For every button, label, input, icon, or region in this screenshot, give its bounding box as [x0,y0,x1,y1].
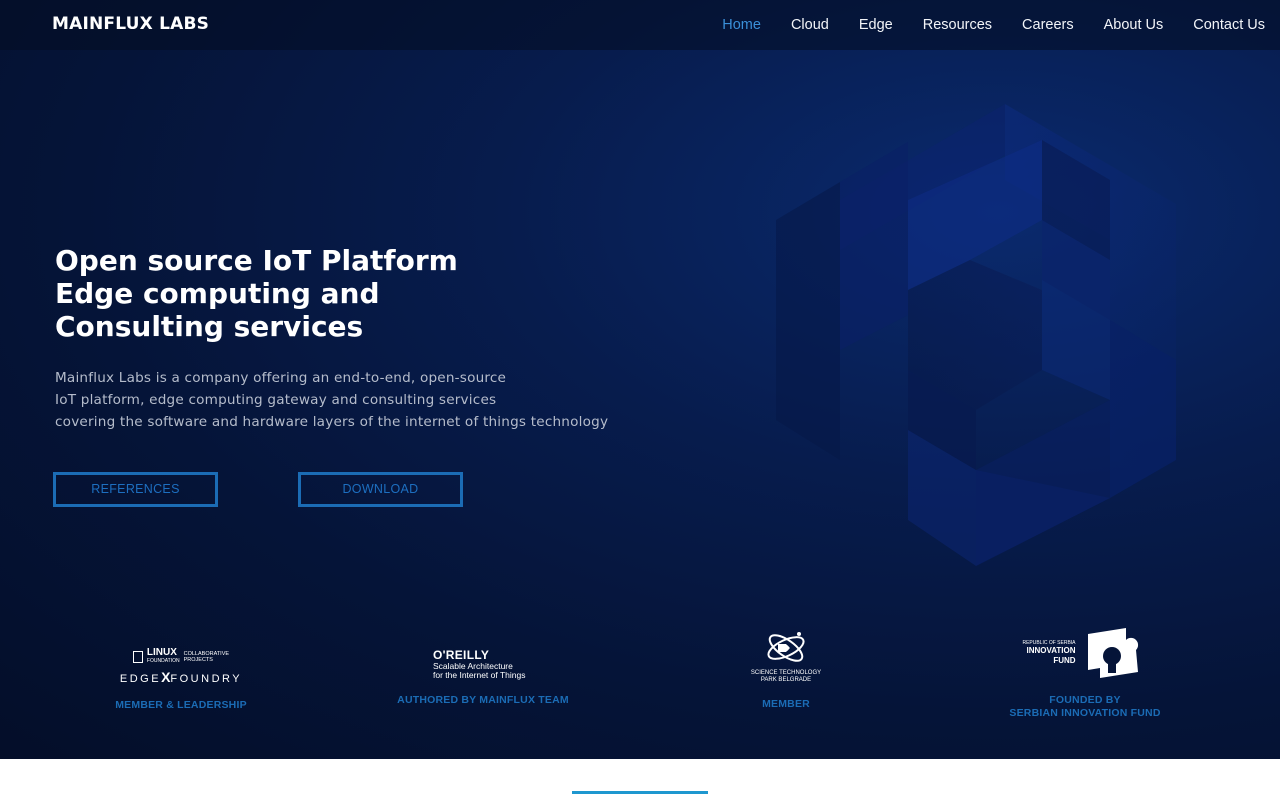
linux-foundation-logo: LINUX FOUNDATION COLLABORATIVE PROJECTS [100,648,262,666]
download-button[interactable]: DOWNLOAD [298,472,463,507]
description-line: covering the software and hardware layer… [55,414,609,430]
mainflux-logo-graphic [776,104,1176,566]
oreilly-sub2: for the Internet of Things [433,670,526,680]
nav-resources[interactable]: Resources [923,17,992,33]
headline-line: Edge computing and [55,277,380,310]
oreilly-logo: O'REILLY Scalable Architecture for the I… [433,648,533,680]
hero-headline: Open source IoT Platform Edge computing … [55,244,615,343]
brand-logo[interactable]: MAINFLUX LABS [52,14,209,34]
oreilly-name: O'REILLY [433,648,490,662]
nav-contact-us[interactable]: Contact Us [1193,17,1265,33]
edgex-left: EDGE [119,673,162,685]
hero-section: MAINFLUX LABS Home Cloud Edge Resources … [0,0,1280,759]
caption-line: FOUNDED BY [1049,694,1121,706]
headline-line: Open source IoT Platform [55,244,458,277]
edgex-x: X [161,669,171,685]
stp-line1: SCIENCE TECHNOLOGY [750,670,822,676]
nav-cloud[interactable]: Cloud [791,17,829,33]
top-navbar: MAINFLUX LABS Home Cloud Edge Resources … [0,0,1280,50]
partner-edgex[interactable]: LINUX FOUNDATION COLLABORATIVE PROJECTS … [100,648,262,712]
partner-caption: MEMBER & LEADERSHIP [115,699,247,711]
fund-line1: INNOVATION [1026,646,1076,655]
nav-about-us[interactable]: About Us [1104,17,1164,33]
partner-caption: FOUNDED BY SERBIAN INNOVATION FUND [1000,694,1170,720]
caption-line: SERBIAN INNOVATION FUND [1009,707,1161,719]
partner-caption: AUTHORED BY MAINFLUX TEAM [397,694,569,706]
partner-caption: MEMBER [762,698,810,710]
nav-home[interactable]: Home [722,17,761,33]
references-button[interactable]: REFERENCES [53,472,218,507]
description-line: Mainflux Labs is a company offering an e… [55,370,507,386]
description-line: IoT platform, edge computing gateway and… [55,392,497,408]
nav-edge[interactable]: Edge [859,17,893,33]
lf-line2: FOUNDATION [146,658,180,664]
innovation-fund-logo: REPUBLIC OF SERBIA INNOVATION FUND [1000,626,1170,680]
partner-innovation-fund[interactable]: REPUBLIC OF SERBIA INNOVATION FUND FOUND… [1000,626,1170,720]
fund-line2: FUND [1053,656,1076,665]
nav-careers[interactable]: Careers [1022,17,1074,33]
stp-line2: PARK BELGRADE [760,677,812,683]
linux-foundation-icon [132,651,143,663]
edgex-right: FOUNDRY [170,673,243,685]
atom-icon [767,632,805,662]
edgex-foundry-wordmark: EDGEXFOUNDRY [100,669,262,685]
hero-description: Mainflux Labs is a company offering an e… [55,367,695,433]
partner-science-park[interactable]: SCIENCE TECHNOLOGY PARK BELGRADE MEMBER [730,628,842,711]
puzzle-lightbulb-icon [1087,628,1138,678]
section-divider [572,791,708,794]
headline-line: Consulting services [55,310,364,343]
partner-oreilly[interactable]: O'REILLY Scalable Architecture for the I… [390,648,576,707]
main-nav: Home Cloud Edge Resources Careers About … [692,17,1265,33]
lf-collab2: PROJECTS [183,657,213,663]
